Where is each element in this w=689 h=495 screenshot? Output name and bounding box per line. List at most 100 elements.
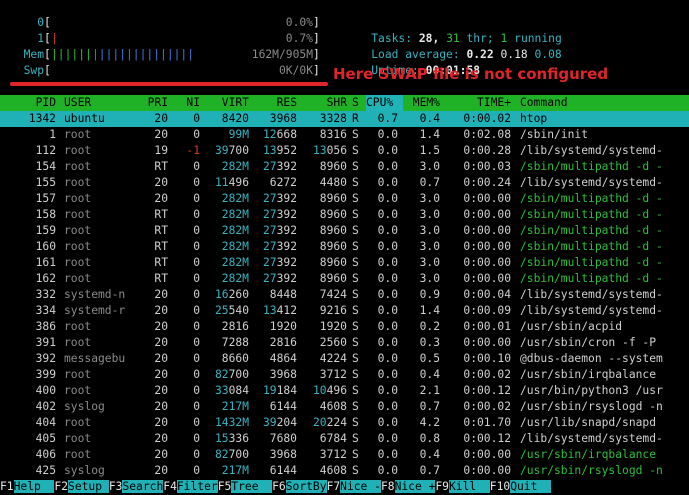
process-row[interactable]: 391 root 20 0 7288 2816 2560 S 0.0 0.3 0:00.00/usr… <box>0 335 689 351</box>
col-virt[interactable]: VIRT <box>200 95 249 111</box>
process-row[interactable]: 157 root 20 0 282M 27392 8960 S 0.0 3.0 0:00.00/sb… <box>0 191 689 207</box>
cell-pid: 160 <box>35 240 56 253</box>
cell-time: 0:00.00 <box>463 208 511 221</box>
cell-user: syslog <box>64 464 105 477</box>
fkey-kill-label[interactable]: Kill <box>448 480 490 493</box>
cell-state: S <box>352 432 359 445</box>
process-row[interactable]: 386 root 20 0 2816 1920 1920 S 0.0 0.2 0:00.01/usr… <box>0 319 689 335</box>
cell-command: /sbin/multipathd -d - <box>520 256 663 269</box>
col-command[interactable]: Command <box>520 95 568 111</box>
process-row[interactable]: 406 root 20 0 82700 3968 3712 S 0.0 0.4 0:00.00/us… <box>0 447 689 463</box>
col-pri[interactable]: PRI <box>128 95 168 111</box>
cell-pri: 20 <box>154 128 168 141</box>
cell-pri: 20 <box>154 112 168 125</box>
cell-cpu: 0.0 <box>377 352 398 365</box>
cell-time: 0:00.10 <box>463 352 511 365</box>
process-row[interactable]: 155 root 20 0 11496 6272 4480 S 0.0 0.7 0:00.24/li… <box>0 175 689 191</box>
cell-shr: 8316 <box>319 128 347 141</box>
cell-virt: 1432M <box>214 416 249 429</box>
cell-pid: 392 <box>35 352 56 365</box>
fkey-f9[interactable]: F9 <box>435 480 449 493</box>
col-state[interactable]: S <box>352 95 359 111</box>
process-row[interactable]: 1 root 20 0 99M 12668 8316 S 0.0 1.4 0:02.08/sbin/… <box>0 127 689 143</box>
cell-shr: 4608 <box>319 400 347 413</box>
process-row[interactable]: 159 root RT 0 282M 27392 8960 S 0.0 3.0 0:00.00/sb… <box>0 223 689 239</box>
col-pid[interactable]: PID <box>0 95 56 111</box>
cell-cpu: 0.0 <box>377 288 398 301</box>
mem-value: 162M/905M <box>251 48 313 61</box>
cell-pid: 406 <box>35 448 56 461</box>
cell-user: root <box>64 448 92 461</box>
cell-shr: 2560 <box>319 336 347 349</box>
process-row[interactable]: 392 messagebu 20 0 8660 4864 4224 S 0.0 0.5 0:00.1… <box>0 351 689 367</box>
fkey-f3[interactable]: F3 <box>108 480 123 493</box>
fkey-f1[interactable]: F1 <box>0 480 14 493</box>
process-table-header[interactable]: PID USER PRI NI VIRT RES SHR S CPU% MEM%… <box>0 95 689 111</box>
process-row[interactable]: 158 root RT 0 282M 27392 8960 S 0.0 3.0 0:00.00/sb… <box>0 207 689 223</box>
fkey-filter-label[interactable]: Filter <box>176 480 218 493</box>
cell-shr: 8960 <box>319 160 347 173</box>
cell-mem: 0.7 <box>419 176 440 189</box>
fkey-f7[interactable]: F7 <box>326 480 341 493</box>
htop-terminal: 0 [ 0.0% ] 1 [ | 0.7% ] Mem [ |||||| |||… <box>0 0 689 495</box>
col-user[interactable]: USER <box>64 95 91 111</box>
cell-state: S <box>352 160 359 173</box>
cell-state: S <box>352 304 359 317</box>
fkey-quit-label[interactable]: Quit <box>510 480 552 493</box>
cell-time: 0:00.00 <box>463 224 511 237</box>
cell-virt: 33084 <box>214 384 249 397</box>
fkey-f8[interactable]: F8 <box>380 480 395 493</box>
fkey-f2[interactable]: F2 <box>54 480 69 493</box>
col-ni[interactable]: NI <box>168 95 200 111</box>
cell-shr: 4224 <box>319 352 347 365</box>
cell-mem: 3.0 <box>419 192 440 205</box>
col-res[interactable]: RES <box>249 95 297 111</box>
cell-pri: 19 <box>154 144 168 157</box>
cell-cpu: 0.0 <box>377 224 398 237</box>
cell-user: root <box>64 224 92 237</box>
process-row[interactable]: 154 root RT 0 282M 27392 8960 S 0.0 3.0 0:00.03/sb… <box>0 159 689 175</box>
process-row[interactable]: 334 systemd-r 20 0 25540 13412 9216 S 0.0 1.4 0:00… <box>0 303 689 319</box>
process-row[interactable]: 332 systemd-n 20 0 16260 8448 7424 S 0.0 0.9 0:00.… <box>0 287 689 303</box>
fkey-f6[interactable]: F6 <box>272 480 286 493</box>
fkey-sortby-label[interactable]: SortBy <box>285 480 327 493</box>
process-row[interactable]: 161 root RT 0 282M 27392 8960 S 0.0 3.0 0:00.00/sb… <box>0 255 689 271</box>
cell-pri: 20 <box>154 176 168 189</box>
fkey-f5[interactable]: F5 <box>217 480 232 493</box>
process-row[interactable]: 399 root 20 0 82700 3968 3712 S 0.0 0.4 0:00.02/us… <box>0 367 689 383</box>
cell-user: root <box>64 144 92 157</box>
cell-command: /usr/bin/python3 /usr <box>520 384 663 397</box>
fkey-nice-label[interactable]: Nice + <box>394 480 436 493</box>
col-shr[interactable]: SHR <box>297 95 347 111</box>
cell-time: 0:00.02 <box>463 400 511 413</box>
process-row[interactable]: 160 root RT 0 282M 27392 8960 S 0.0 3.0 0:00.00/sb… <box>0 239 689 255</box>
cell-pri: RT <box>154 272 168 285</box>
fkey-f10[interactable]: F10 <box>489 480 511 493</box>
process-row[interactable]: 400 root 20 0 33084 19184 10496 S 0.0 2.1 0:00.12 /… <box>0 383 689 399</box>
fkey-help-label[interactable]: Help <box>13 480 55 493</box>
process-row[interactable]: 425 syslog 20 0 217M 6144 4608 S 0.0 0.7 0:00.00/u… <box>0 463 689 479</box>
fkey-tree-label[interactable]: Tree <box>231 480 273 493</box>
fkey-search-label[interactable]: Search <box>122 480 164 493</box>
process-row[interactable]: 404 root 20 0 1432M 39204 20224 S 0.0 4.2 0:01.70 /… <box>0 415 689 431</box>
cell-pid: 334 <box>35 304 56 317</box>
process-row[interactable]: 402 syslog 20 0 217M 6144 4608 S 0.0 0.7 0:00.02/u… <box>0 399 689 415</box>
col-mem[interactable]: MEM% <box>398 95 440 111</box>
process-row[interactable]: 112 root 19 -1 39700 13952 13056 S 0.0 1.5 0:00.28… <box>0 143 689 159</box>
cell-shr: 8960 <box>319 256 347 269</box>
fkey-setup-label[interactable]: Setup <box>68 480 109 493</box>
cell-virt: 282M <box>221 160 249 173</box>
cell-command: /usr/sbin/cron -f -P <box>520 336 657 349</box>
cell-command: /sbin/multipathd -d - <box>520 240 663 253</box>
cell-res: 7680 <box>269 432 297 445</box>
process-row[interactable]: 405 root 20 0 15336 7680 6784 S 0.0 0.8 0:00.12/li… <box>0 431 689 447</box>
process-row-selected[interactable]: 1342 ubuntu 20 0 8420 3968 3328 R 0.7 0.4 0:00.02 h… <box>0 111 689 127</box>
cell-virt: 282M <box>221 272 249 285</box>
col-time[interactable]: TIME+ <box>440 95 511 111</box>
cell-virt: 25540 <box>214 304 249 317</box>
cell-user: root <box>64 336 92 349</box>
fkey-f4[interactable]: F4 <box>163 480 177 493</box>
process-row[interactable]: 162 root RT 0 282M 27392 8960 S 0.0 3.0 0:00.00/sb… <box>0 271 689 287</box>
cell-pri: 20 <box>154 416 168 429</box>
fkey-nice-label[interactable]: Nice - <box>340 480 381 493</box>
